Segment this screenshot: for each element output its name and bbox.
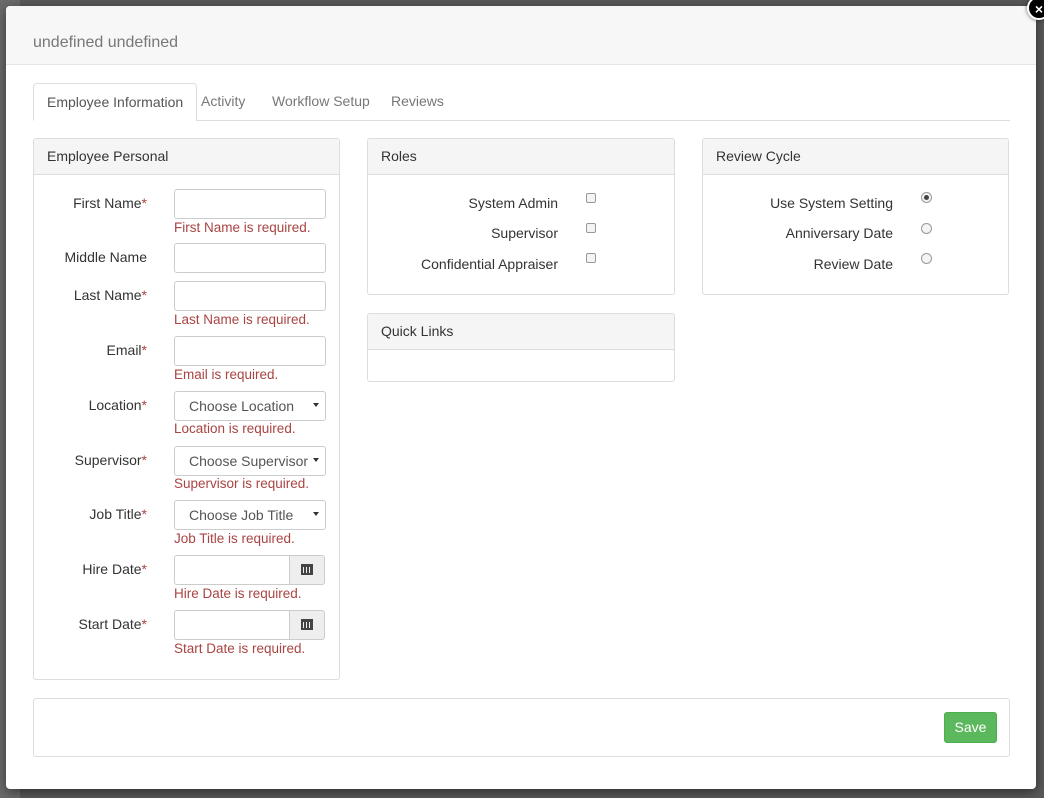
modal-footer: Save [33, 698, 1010, 757]
employee-personal-panel: Employee Personal First Name* First Name… [33, 138, 340, 680]
start-date-label: Start Date* [78, 616, 147, 632]
first-name-input[interactable] [174, 189, 326, 219]
roles-panel: Roles System Admin Supervisor Confidenti… [367, 138, 675, 295]
middle-name-label: Middle Name [64, 249, 147, 265]
save-button[interactable]: Save [944, 712, 997, 743]
start-date-error: Start Date is required. [174, 641, 306, 656]
supervisor-label: Supervisor* [74, 452, 147, 468]
caret-down-icon [313, 403, 319, 407]
email-error: Email is required. [174, 367, 279, 382]
first-name-error: First Name is required. [174, 220, 311, 235]
hire-date-label: Hire Date* [82, 561, 147, 577]
location-label: Location* [88, 397, 147, 413]
email-field[interactable] [174, 336, 326, 366]
location-select[interactable]: Choose Location [174, 391, 326, 421]
supervisor-select[interactable]: Choose Supervisor [174, 446, 326, 476]
caret-down-icon [313, 512, 319, 516]
role-label-supervisor: Supervisor [491, 225, 558, 241]
last-name-input[interactable] [174, 281, 326, 311]
last-name-error: Last Name is required. [174, 312, 310, 327]
employee-modal: undefined undefined × Employee Informati… [6, 0, 1044, 789]
tab-bar: Employee Information Activity Workflow S… [33, 83, 1010, 121]
review-option-label-anniversary-date: Anniversary Date [785, 225, 893, 241]
quick-links-panel: Quick Links [367, 313, 675, 382]
tab-activity[interactable]: Activity [188, 83, 258, 120]
role-label-confidential-appraiser: Confidential Appraiser [421, 256, 558, 272]
last-name-label: Last Name* [73, 287, 147, 303]
hire-date-picker-button[interactable] [289, 555, 325, 585]
first-name-label: First Name* [73, 195, 147, 211]
confidential-appraiser-checkbox[interactable] [586, 253, 596, 263]
quick-links-heading: Quick Links [368, 314, 674, 350]
job-title-error: Job Title is required. [174, 531, 295, 546]
use-system-setting-radio[interactable] [921, 192, 932, 203]
review-cycle-heading: Review Cycle [703, 139, 1008, 175]
middle-name-input[interactable] [174, 243, 326, 273]
review-option-label-review-date: Review Date [813, 256, 893, 272]
supervisor-error: Supervisor is required. [174, 476, 310, 491]
job-title-select[interactable]: Choose Job Title [174, 500, 326, 530]
modal-title: undefined undefined [33, 34, 179, 51]
email-label: Email* [106, 342, 147, 358]
hire-date-error: Hire Date is required. [174, 586, 302, 601]
anniversary-date-radio[interactable] [921, 223, 932, 234]
tab-workflow-setup[interactable]: Workflow Setup [259, 83, 383, 120]
caret-down-icon [313, 458, 319, 462]
review-date-radio[interactable] [921, 253, 932, 264]
employee-personal-heading: Employee Personal [34, 139, 339, 175]
review-cycle-panel: Review Cycle Use System Setting Annivers… [702, 138, 1009, 295]
system-admin-checkbox[interactable] [586, 193, 596, 203]
role-label-system-admin: System Admin [468, 195, 558, 211]
calendar-icon [301, 619, 313, 630]
supervisor-checkbox[interactable] [586, 223, 596, 233]
job-title-label: Job Title* [89, 506, 147, 522]
tab-reviews[interactable]: Reviews [378, 83, 457, 120]
roles-heading: Roles [368, 139, 674, 175]
start-date-picker-button[interactable] [289, 610, 325, 640]
hire-date-input[interactable] [174, 555, 290, 585]
calendar-icon [301, 564, 313, 575]
start-date-input[interactable] [174, 610, 290, 640]
tab-employee-information[interactable]: Employee Information [33, 83, 198, 121]
review-option-label-use-system-setting: Use System Setting [770, 195, 893, 211]
modal-header: undefined undefined [6, 6, 1036, 65]
location-error: Location is required. [174, 421, 296, 436]
